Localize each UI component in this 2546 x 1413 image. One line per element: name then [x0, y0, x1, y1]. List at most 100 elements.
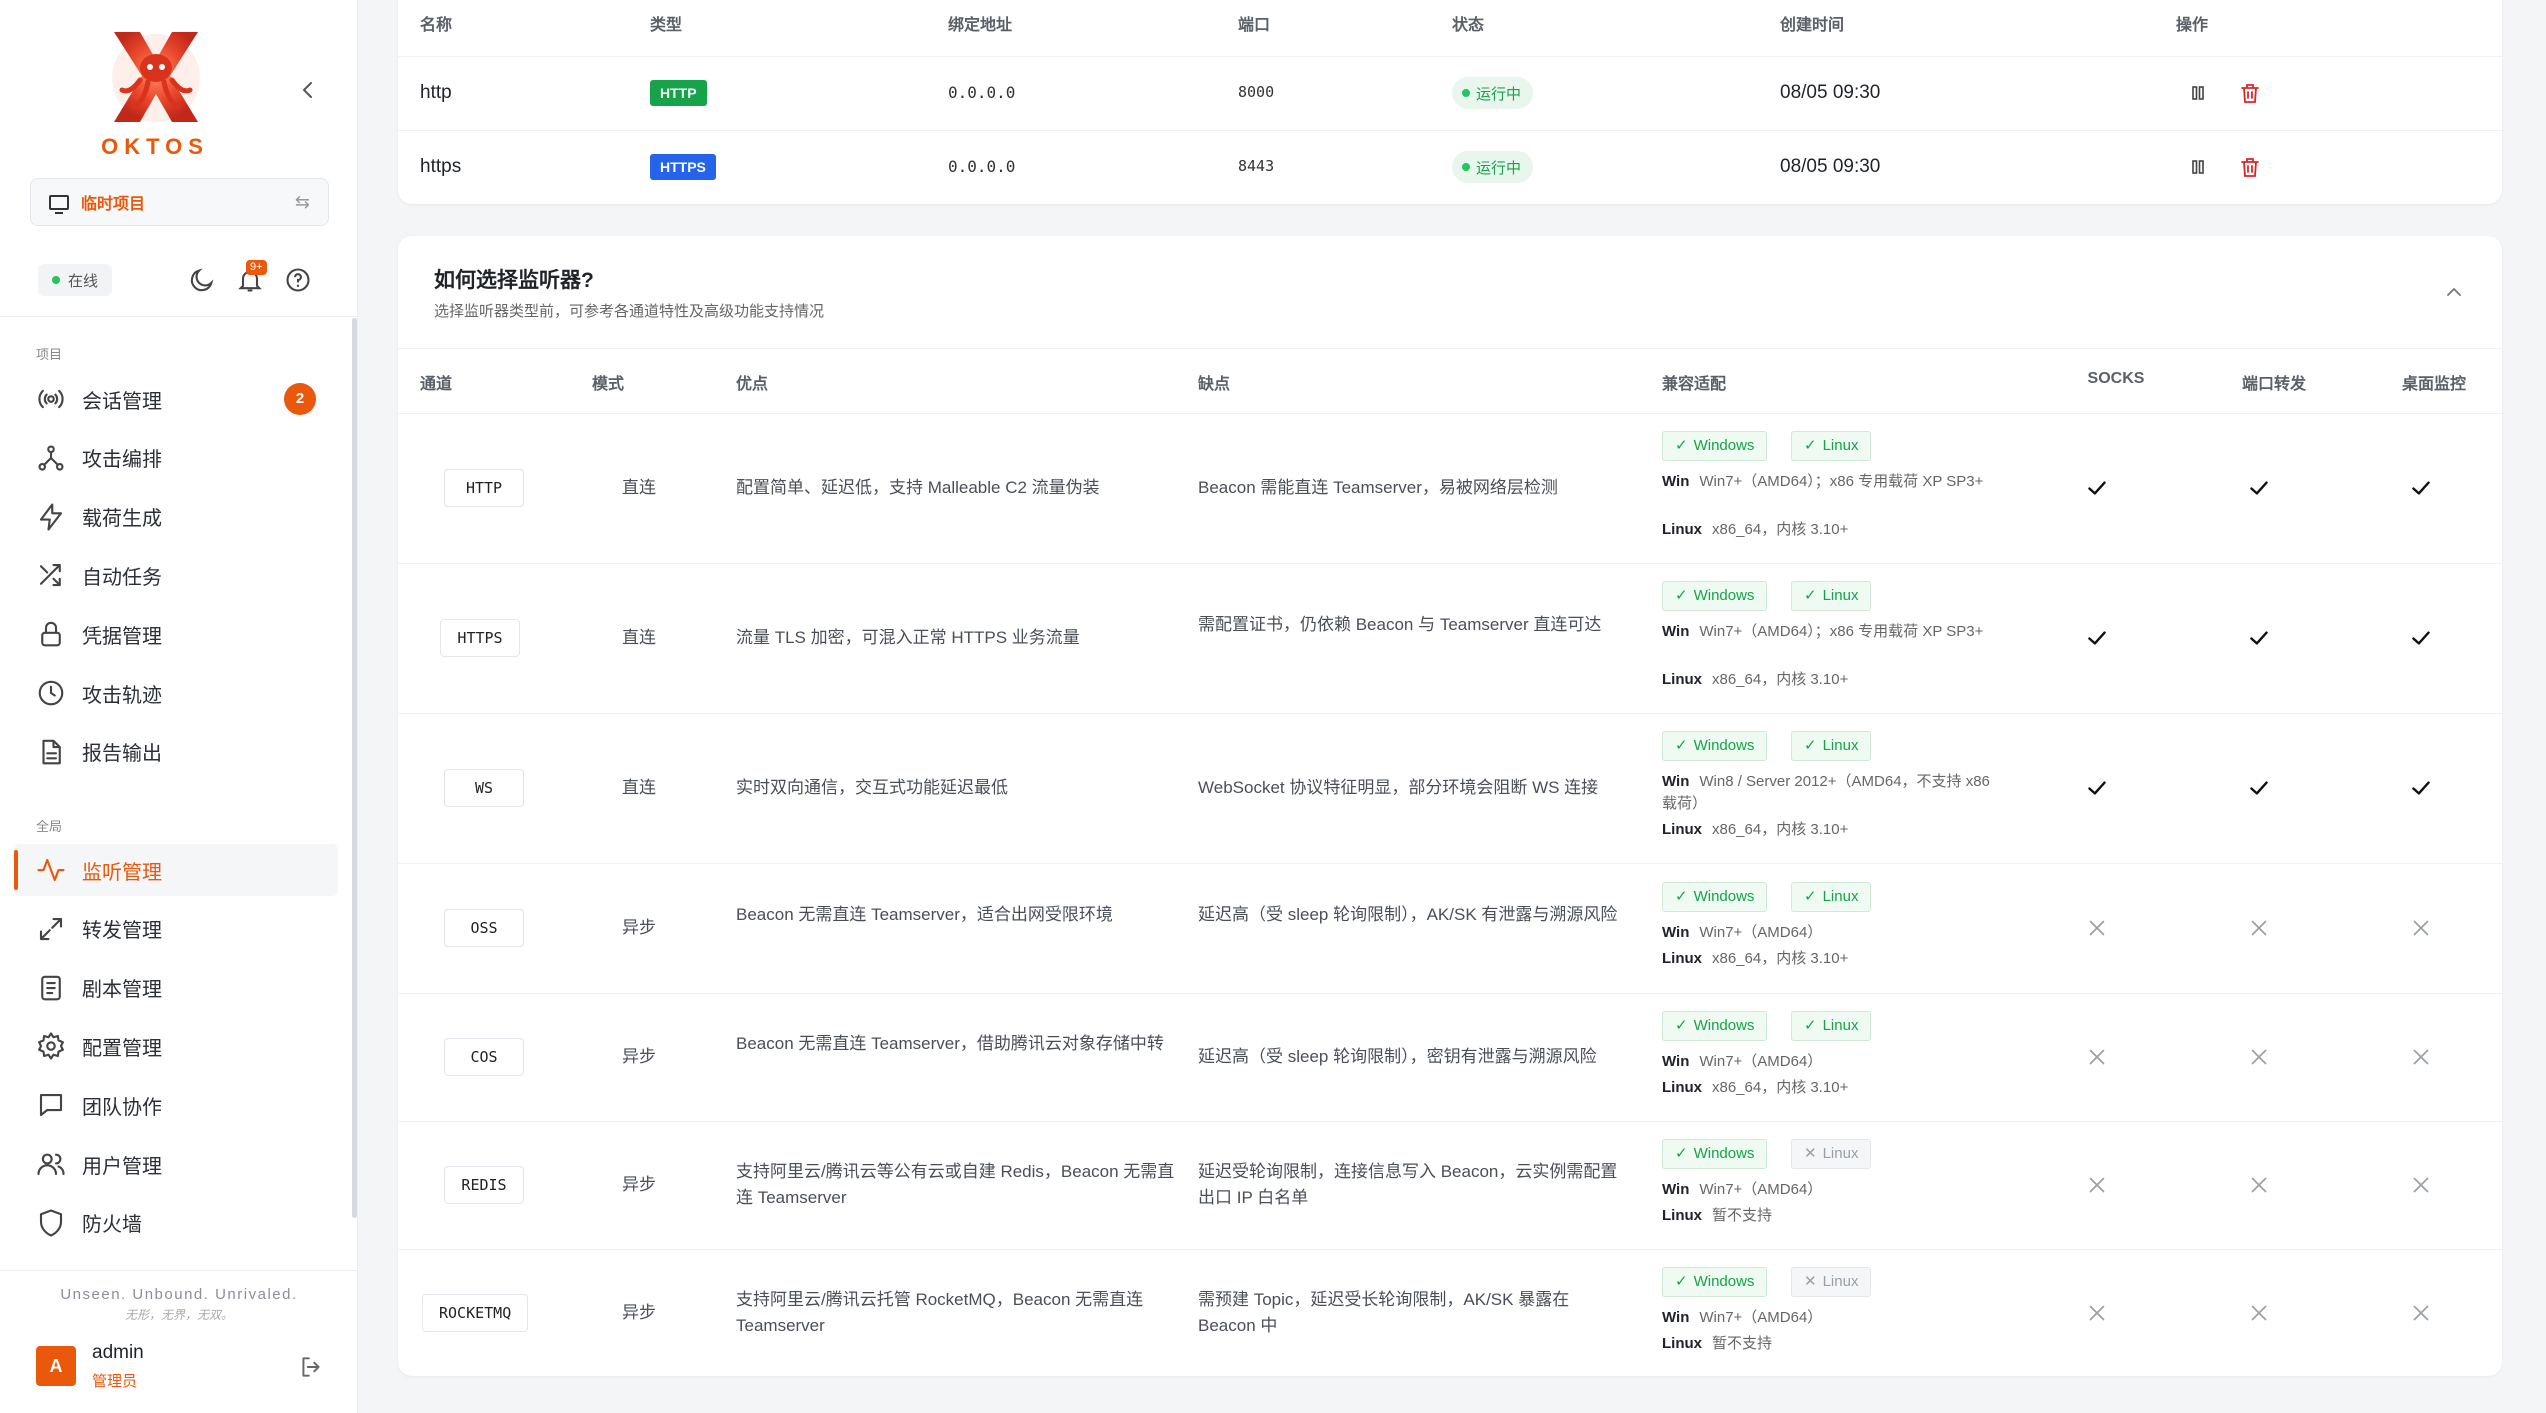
sidebar-item-lightning[interactable]: 载荷生成 — [14, 491, 338, 543]
channel-tag: HTTPS — [440, 619, 520, 657]
brand-name: OKTOS — [101, 134, 209, 159]
windows-compat-detail: Win Win7+（AMD64） — [1662, 922, 2002, 944]
sidebar-item-shield[interactable]: 防火墙 — [14, 1197, 338, 1249]
check-icon — [2084, 775, 2110, 801]
compat-label: Linux — [1822, 888, 1859, 905]
sidebar-item-shuffle[interactable]: 自动任务 — [14, 549, 338, 601]
pause-button[interactable] — [2186, 81, 2210, 105]
check-icon: ✓ — [1675, 737, 1688, 754]
section-label-project: 项目 — [36, 347, 63, 362]
sidebar-item-label: 转发管理 — [82, 920, 162, 943]
chevron-up-icon[interactable] — [2442, 280, 2466, 304]
status-label: 在线 — [68, 272, 99, 290]
guide-column-header: 通道 — [420, 376, 453, 393]
sidebar-item-label: 攻击轨迹 — [82, 684, 162, 707]
sidebar-item-label: 自动任务 — [82, 566, 162, 589]
port: 8443 — [1238, 157, 1275, 175]
check-icon: ✓ — [1804, 888, 1817, 905]
help-icon[interactable] — [284, 266, 312, 294]
mode: 直连 — [622, 628, 656, 647]
type-tag: HTTPS — [650, 154, 716, 180]
channel-tag: OSS — [444, 909, 524, 947]
check-icon — [2246, 775, 2272, 801]
check-icon: ✓ — [1804, 587, 1817, 604]
collapse-sidebar-button[interactable] — [296, 78, 320, 102]
os-label: Linux — [1662, 821, 1702, 838]
guide-column-header: SOCKS — [2087, 370, 2145, 387]
cross-icon — [2408, 1172, 2434, 1198]
os-detail: Win7+（AMD64） — [1699, 1308, 1823, 1326]
guide-column-header: 优点 — [736, 376, 769, 393]
os-label: Win — [1662, 773, 1690, 790]
sidebar-item-label: 防火墙 — [82, 1214, 142, 1237]
trash-icon — [2241, 84, 2259, 103]
linux-compat-detail: Linux x86_64，内核 3.10+ — [1662, 819, 1848, 841]
windows-compat-detail: Win Win7+（AMD64）；x86 专用载荷 XP SP3+ — [1662, 621, 2002, 643]
sidebar-item-users[interactable]: 用户管理 — [14, 1138, 338, 1190]
slogan-cn: 无形，无界，无双。 — [124, 1308, 233, 1322]
guide-column-header: 模式 — [592, 376, 625, 393]
os-detail: x86_64，内核 3.10+ — [1712, 671, 1849, 688]
linux-compat-detail: Linux x86_64，内核 3.10+ — [1662, 669, 1848, 691]
sidebar-item-expand-arrows[interactable]: 转发管理 — [14, 903, 338, 955]
windows-compat-tag: ✓ Windows — [1662, 882, 1768, 912]
type-tag: HTTP — [650, 80, 707, 106]
check-icon — [2084, 475, 2110, 501]
check-icon — [2408, 475, 2434, 501]
x-icon: ✕ — [1804, 1272, 1817, 1290]
column-header: 名称 — [420, 17, 453, 34]
sidebar-item-label: 团队协作 — [82, 1096, 162, 1119]
os-label: Win — [1662, 623, 1690, 640]
pros: Beacon 无需直连 Teamserver，借助腾讯云对象存储中转 — [736, 1034, 1164, 1053]
pros: 流量 TLS 加密，可混入正常 HTTPS 业务流量 — [736, 628, 1080, 647]
sidebar-item-label: 凭据管理 — [82, 625, 162, 648]
delete-button[interactable] — [2238, 81, 2262, 105]
sidebar-item-clock[interactable]: 攻击轨迹 — [14, 667, 338, 719]
sidebar-item-chat[interactable]: 团队协作 — [14, 1079, 338, 1131]
graph-icon — [38, 445, 64, 471]
sidebar-item-document[interactable]: 报告输出 — [14, 726, 338, 778]
os-detail: x86_64，内核 3.10+ — [1712, 950, 1849, 967]
sidebar-divider — [0, 316, 358, 317]
sidebar-item-label: 载荷生成 — [82, 508, 162, 531]
sidebar-item-activity[interactable]: 监听管理 — [14, 844, 338, 896]
linux-compat-tag: ✓ Linux — [1791, 731, 1872, 761]
channel-tag: HTTP — [444, 469, 524, 507]
sidebar-item-broadcast[interactable]: 会话管理 2 — [14, 373, 338, 425]
row-divider — [398, 713, 2502, 714]
pause-button[interactable] — [2186, 155, 2210, 179]
mode: 直连 — [622, 478, 656, 497]
sidebar-scrollbar[interactable] — [352, 318, 357, 1218]
moon-icon[interactable] — [188, 266, 216, 294]
session-count-badge: 2 — [284, 383, 316, 415]
delete-button[interactable] — [2238, 155, 2262, 179]
compat-label: Windows — [1693, 437, 1755, 454]
pause-icon — [2192, 86, 2204, 100]
os-detail: Win7+（AMD64）；x86 专用载荷 XP SP3+ — [1699, 473, 1984, 490]
sidebar-item-playbook[interactable]: 剧本管理 — [14, 962, 338, 1014]
sidebar-item-gear[interactable]: 配置管理 — [14, 1020, 338, 1072]
avatar[interactable]: A — [36, 1346, 76, 1386]
windows-compat-detail: Win Win8 / Server 2012+（AMD64，不支持 x86 载荷） — [1662, 771, 2002, 815]
activity-icon — [37, 858, 65, 882]
os-label: Linux — [1662, 950, 1702, 967]
column-header: 状态 — [1452, 17, 1485, 34]
bind-address: 0.0.0.0 — [948, 157, 1016, 176]
check-icon: ✓ — [1804, 1017, 1817, 1034]
column-header: 创建时间 — [1780, 17, 1845, 34]
listener-name: http — [420, 82, 452, 103]
slogan: Unseen. Unbound. Unrivaled. — [60, 1286, 298, 1303]
broadcast-icon — [38, 389, 64, 409]
linux-compat-detail: Linux x86_64，内核 3.10+ — [1662, 1077, 1848, 1099]
check-icon: ✓ — [1804, 437, 1817, 454]
user-role: 管理员 — [92, 1373, 138, 1390]
logout-icon[interactable] — [298, 1354, 324, 1380]
project-selector[interactable]: 临时项目 ⇆ — [30, 178, 329, 226]
sidebar-item-lock[interactable]: 凭据管理 — [14, 608, 338, 660]
cons: 延迟高（受 sleep 轮询限制），密钥有泄露与溯源风险 — [1198, 1047, 1597, 1066]
sidebar-item-graph[interactable]: 攻击编排 — [14, 432, 338, 484]
status-dot — [1462, 163, 1470, 171]
pros: Beacon 无需直连 Teamserver，适合出网受限环境 — [736, 905, 1113, 924]
shuffle-icon — [39, 564, 61, 587]
linux-compat-tag: ✕ Linux — [1791, 1139, 1872, 1169]
